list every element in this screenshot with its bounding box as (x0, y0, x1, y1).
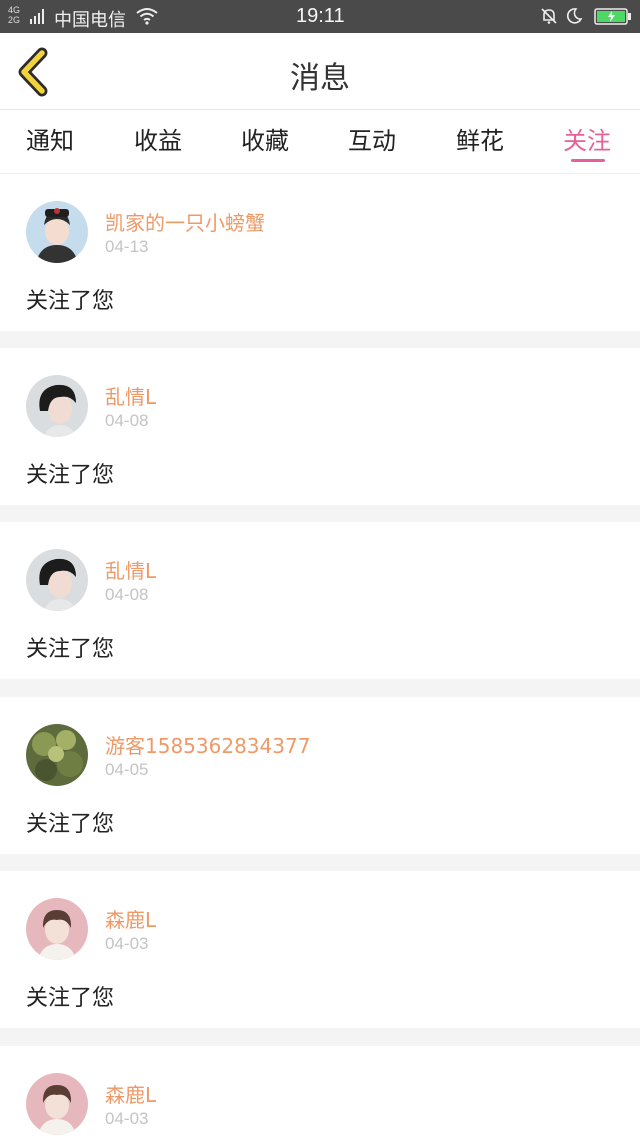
list-item[interactable]: 乱情L 04-08 关注了您 (0, 348, 640, 505)
notification-message: 关注了您 (26, 812, 115, 837)
list-item[interactable]: 凯家的一只小螃蟹 04-13 关注了您 (0, 174, 640, 331)
list-item[interactable]: 乱情L 04-08 关注了您 (0, 522, 640, 679)
signal-icon (30, 9, 46, 24)
bell-mute-icon (541, 8, 557, 24)
network-type: 4G 2G (8, 5, 21, 25)
username[interactable]: 凯家的一只小螃蟹 (105, 207, 265, 236)
active-tab-indicator (571, 159, 605, 162)
clock: 19:11 (296, 5, 345, 27)
battery-icon (594, 8, 631, 25)
notification-date: 04-03 (105, 934, 149, 953)
header: 消息 (0, 33, 640, 110)
list-item[interactable]: 森鹿L 04-03 (0, 1046, 640, 1138)
notification-message: 关注了您 (26, 463, 115, 488)
status-bar: 4G 2G 中国电信 19:11 (0, 0, 640, 33)
notification-date: 04-03 (105, 1109, 149, 1128)
notification-message: 关注了您 (26, 637, 115, 662)
tab-interaction[interactable]: 互动 (348, 121, 396, 156)
avatar[interactable] (26, 549, 88, 611)
avatar[interactable] (26, 898, 88, 960)
username[interactable]: 森鹿L (105, 904, 156, 933)
notification-date: 04-13 (105, 237, 149, 256)
notification-message: 关注了您 (26, 289, 115, 314)
tab-bar: 通知 收益 收藏 互动 鲜花 关注 (0, 110, 640, 174)
carrier-name: 中国电信 (54, 10, 126, 30)
notification-message: 关注了您 (26, 986, 115, 1011)
notification-date: 04-08 (105, 585, 149, 604)
tab-earnings[interactable]: 收益 (134, 121, 182, 156)
list-item[interactable]: 游客1585362834377 04-05 关注了您 (0, 697, 640, 854)
username[interactable]: 乱情L (105, 555, 156, 584)
list-item[interactable]: 森鹿L 04-03 关注了您 (0, 871, 640, 1028)
avatar[interactable] (26, 1073, 88, 1135)
avatar[interactable] (26, 375, 88, 437)
tab-follow[interactable]: 关注 (563, 121, 611, 156)
notification-date: 04-08 (105, 411, 149, 430)
avatar[interactable] (26, 724, 88, 786)
username[interactable]: 乱情L (105, 381, 156, 410)
username[interactable]: 游客1585362834377 (105, 730, 310, 759)
tab-favorites[interactable]: 收藏 (241, 121, 289, 156)
notification-date: 04-05 (105, 760, 149, 779)
avatar[interactable] (26, 201, 88, 263)
tab-flowers[interactable]: 鲜花 (456, 121, 504, 156)
wifi-icon (136, 8, 158, 25)
moon-icon (566, 8, 583, 24)
username[interactable]: 森鹿L (105, 1079, 156, 1108)
page-title: 消息 (290, 61, 350, 96)
tab-notice[interactable]: 通知 (26, 121, 74, 156)
